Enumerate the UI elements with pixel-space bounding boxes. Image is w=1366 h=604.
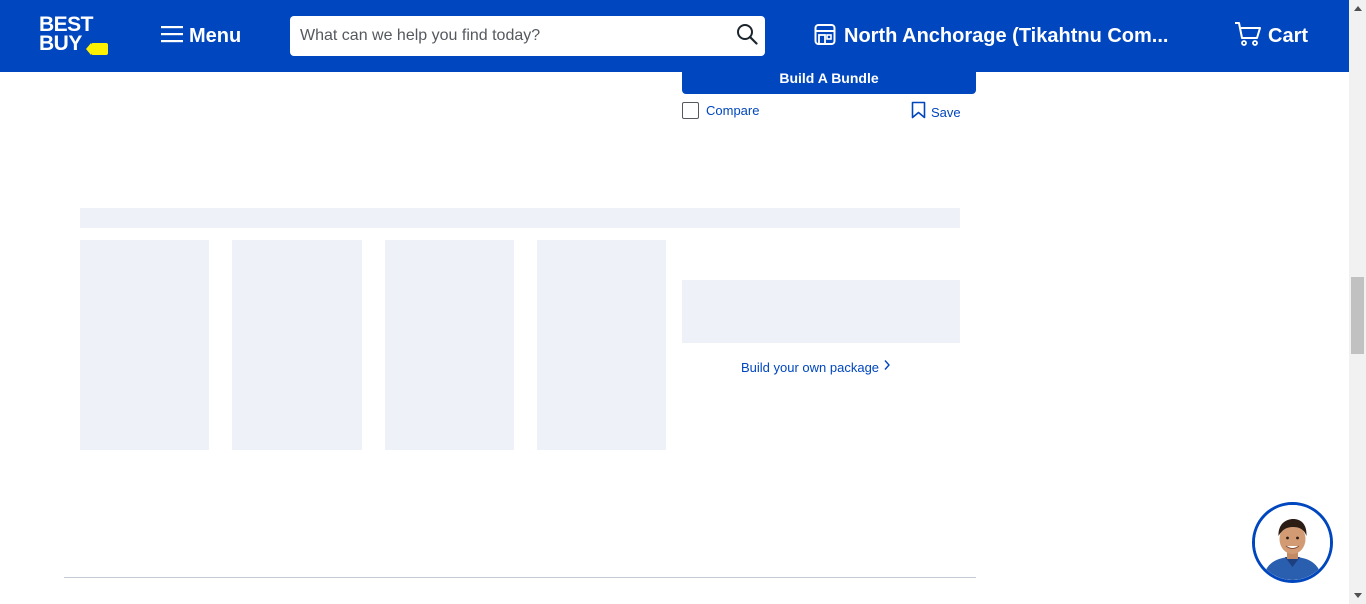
skeleton-package-summary [682, 280, 960, 343]
save-label: Save [931, 105, 961, 120]
compare-checkbox[interactable]: Compare [682, 102, 759, 119]
cart-button[interactable]: Cart [1234, 21, 1309, 52]
menu-button[interactable]: Menu [161, 22, 241, 50]
skeleton-card [385, 240, 514, 450]
skeleton-card [80, 240, 209, 450]
menu-icon [161, 25, 183, 48]
site-header: BESTBUY Menu North Anchorage (Tikahtnu C… [0, 0, 1349, 72]
scroll-down-arrow-icon[interactable] [1349, 587, 1366, 604]
best-buy-logo[interactable]: BEST BUY [39, 13, 109, 57]
store-selector[interactable]: North Anchorage (Tikahtnu Com... [814, 22, 1168, 50]
save-button[interactable]: Save [911, 101, 961, 124]
build-your-own-package-link[interactable]: Build your own package [741, 358, 891, 376]
search-bar [290, 16, 765, 56]
cart-icon [1234, 21, 1262, 52]
build-your-own-package-label: Build your own package [741, 359, 880, 375]
bookmark-icon [911, 101, 926, 124]
logo-text: BEST BUY [39, 13, 94, 55]
checkbox[interactable] [682, 102, 699, 119]
chevron-right-icon [883, 358, 891, 376]
search-icon [736, 23, 758, 50]
store-icon [814, 22, 836, 51]
menu-label: Menu [189, 24, 242, 47]
skeleton-card [232, 240, 362, 450]
page-scrollbar[interactable] [1349, 0, 1366, 604]
compare-label: Compare [706, 103, 760, 118]
scroll-up-arrow-icon[interactable] [1349, 0, 1366, 17]
skeleton-title-bar [80, 208, 960, 228]
assistant-avatar-icon [1255, 505, 1330, 580]
skeleton-card [537, 240, 666, 450]
logo-tag-icon [86, 43, 108, 55]
search-button[interactable] [729, 16, 765, 56]
store-label: North Anchorage (Tikahtnu Com... [844, 24, 1169, 47]
search-input[interactable] [290, 16, 729, 56]
cart-label: Cart [1268, 24, 1309, 47]
section-divider [64, 577, 976, 578]
chat-assistant-avatar[interactable] [1252, 502, 1333, 583]
scrollbar-thumb[interactable] [1351, 277, 1364, 354]
